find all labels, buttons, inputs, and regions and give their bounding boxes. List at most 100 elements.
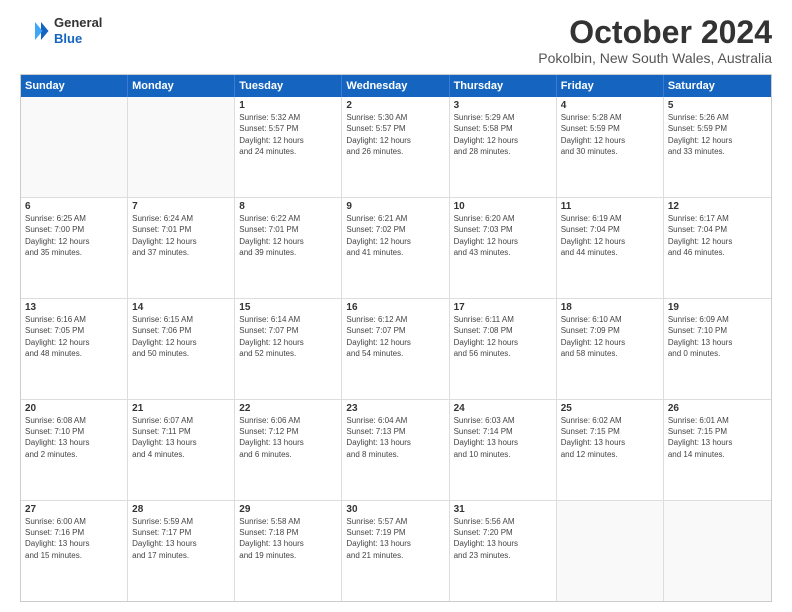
- day-number: 25: [561, 403, 659, 414]
- cell-info: Sunrise: 6:01 AM Sunset: 7:15 PM Dayligh…: [668, 415, 767, 460]
- cell-info: Sunrise: 5:56 AM Sunset: 7:20 PM Dayligh…: [454, 516, 552, 561]
- cell-info: Sunrise: 6:12 AM Sunset: 7:07 PM Dayligh…: [346, 314, 444, 359]
- cell-info: Sunrise: 5:30 AM Sunset: 5:57 PM Dayligh…: [346, 112, 444, 157]
- calendar-cell: 27Sunrise: 6:00 AM Sunset: 7:16 PM Dayli…: [21, 501, 128, 601]
- cell-info: Sunrise: 5:26 AM Sunset: 5:59 PM Dayligh…: [668, 112, 767, 157]
- cell-info: Sunrise: 6:21 AM Sunset: 7:02 PM Dayligh…: [346, 213, 444, 258]
- cell-info: Sunrise: 5:57 AM Sunset: 7:19 PM Dayligh…: [346, 516, 444, 561]
- calendar-cell: 1Sunrise: 5:32 AM Sunset: 5:57 PM Daylig…: [235, 97, 342, 197]
- calendar-cell: [21, 97, 128, 197]
- cell-info: Sunrise: 5:58 AM Sunset: 7:18 PM Dayligh…: [239, 516, 337, 561]
- cell-info: Sunrise: 6:03 AM Sunset: 7:14 PM Dayligh…: [454, 415, 552, 460]
- calendar-cell: 31Sunrise: 5:56 AM Sunset: 7:20 PM Dayli…: [450, 501, 557, 601]
- day-number: 23: [346, 403, 444, 414]
- cell-info: Sunrise: 5:29 AM Sunset: 5:58 PM Dayligh…: [454, 112, 552, 157]
- day-number: 19: [668, 302, 767, 313]
- cell-info: Sunrise: 6:08 AM Sunset: 7:10 PM Dayligh…: [25, 415, 123, 460]
- calendar-cell: 22Sunrise: 6:06 AM Sunset: 7:12 PM Dayli…: [235, 400, 342, 500]
- calendar-cell: 16Sunrise: 6:12 AM Sunset: 7:07 PM Dayli…: [342, 299, 449, 399]
- calendar-cell: 23Sunrise: 6:04 AM Sunset: 7:13 PM Dayli…: [342, 400, 449, 500]
- cell-info: Sunrise: 5:32 AM Sunset: 5:57 PM Dayligh…: [239, 112, 337, 157]
- header-day-wednesday: Wednesday: [342, 75, 449, 97]
- logo-general: General: [54, 15, 102, 31]
- calendar: SundayMondayTuesdayWednesdayThursdayFrid…: [20, 74, 772, 602]
- day-number: 13: [25, 302, 123, 313]
- cell-info: Sunrise: 6:07 AM Sunset: 7:11 PM Dayligh…: [132, 415, 230, 460]
- day-number: 2: [346, 100, 444, 111]
- header-day-saturday: Saturday: [664, 75, 771, 97]
- day-number: 27: [25, 504, 123, 515]
- day-number: 24: [454, 403, 552, 414]
- calendar-cell: 8Sunrise: 6:22 AM Sunset: 7:01 PM Daylig…: [235, 198, 342, 298]
- calendar-cell: 24Sunrise: 6:03 AM Sunset: 7:14 PM Dayli…: [450, 400, 557, 500]
- cell-info: Sunrise: 6:20 AM Sunset: 7:03 PM Dayligh…: [454, 213, 552, 258]
- cell-info: Sunrise: 6:25 AM Sunset: 7:00 PM Dayligh…: [25, 213, 123, 258]
- cell-info: Sunrise: 5:59 AM Sunset: 7:17 PM Dayligh…: [132, 516, 230, 561]
- calendar-cell: 12Sunrise: 6:17 AM Sunset: 7:04 PM Dayli…: [664, 198, 771, 298]
- calendar-cell: 28Sunrise: 5:59 AM Sunset: 7:17 PM Dayli…: [128, 501, 235, 601]
- cell-info: Sunrise: 6:02 AM Sunset: 7:15 PM Dayligh…: [561, 415, 659, 460]
- day-number: 20: [25, 403, 123, 414]
- calendar-cell: 18Sunrise: 6:10 AM Sunset: 7:09 PM Dayli…: [557, 299, 664, 399]
- day-number: 21: [132, 403, 230, 414]
- calendar-cell: 6Sunrise: 6:25 AM Sunset: 7:00 PM Daylig…: [21, 198, 128, 298]
- calendar-cell: 9Sunrise: 6:21 AM Sunset: 7:02 PM Daylig…: [342, 198, 449, 298]
- calendar-week-5: 27Sunrise: 6:00 AM Sunset: 7:16 PM Dayli…: [21, 501, 771, 601]
- calendar-cell: 15Sunrise: 6:14 AM Sunset: 7:07 PM Dayli…: [235, 299, 342, 399]
- day-number: 12: [668, 201, 767, 212]
- cell-info: Sunrise: 6:14 AM Sunset: 7:07 PM Dayligh…: [239, 314, 337, 359]
- logo-text: General Blue: [54, 15, 102, 46]
- calendar-cell: 2Sunrise: 5:30 AM Sunset: 5:57 PM Daylig…: [342, 97, 449, 197]
- calendar-cell: 26Sunrise: 6:01 AM Sunset: 7:15 PM Dayli…: [664, 400, 771, 500]
- location: Pokolbin, New South Wales, Australia: [538, 50, 772, 66]
- header-day-tuesday: Tuesday: [235, 75, 342, 97]
- header: General Blue October 2024 Pokolbin, New …: [20, 15, 772, 66]
- cell-info: Sunrise: 6:24 AM Sunset: 7:01 PM Dayligh…: [132, 213, 230, 258]
- calendar-cell: 20Sunrise: 6:08 AM Sunset: 7:10 PM Dayli…: [21, 400, 128, 500]
- day-number: 16: [346, 302, 444, 313]
- header-day-sunday: Sunday: [21, 75, 128, 97]
- cell-info: Sunrise: 6:17 AM Sunset: 7:04 PM Dayligh…: [668, 213, 767, 258]
- cell-info: Sunrise: 6:06 AM Sunset: 7:12 PM Dayligh…: [239, 415, 337, 460]
- calendar-week-3: 13Sunrise: 6:16 AM Sunset: 7:05 PM Dayli…: [21, 299, 771, 400]
- month-title: October 2024: [538, 15, 772, 50]
- cell-info: Sunrise: 6:19 AM Sunset: 7:04 PM Dayligh…: [561, 213, 659, 258]
- calendar-cell: 11Sunrise: 6:19 AM Sunset: 7:04 PM Dayli…: [557, 198, 664, 298]
- day-number: 18: [561, 302, 659, 313]
- calendar-cell: 17Sunrise: 6:11 AM Sunset: 7:08 PM Dayli…: [450, 299, 557, 399]
- calendar-cell: [557, 501, 664, 601]
- calendar-cell: 25Sunrise: 6:02 AM Sunset: 7:15 PM Dayli…: [557, 400, 664, 500]
- calendar-week-2: 6Sunrise: 6:25 AM Sunset: 7:00 PM Daylig…: [21, 198, 771, 299]
- cell-info: Sunrise: 5:28 AM Sunset: 5:59 PM Dayligh…: [561, 112, 659, 157]
- logo: General Blue: [20, 15, 102, 46]
- cell-info: Sunrise: 6:00 AM Sunset: 7:16 PM Dayligh…: [25, 516, 123, 561]
- calendar-cell: 19Sunrise: 6:09 AM Sunset: 7:10 PM Dayli…: [664, 299, 771, 399]
- logo-icon: [20, 16, 50, 46]
- day-number: 6: [25, 201, 123, 212]
- calendar-cell: 14Sunrise: 6:15 AM Sunset: 7:06 PM Dayli…: [128, 299, 235, 399]
- day-number: 22: [239, 403, 337, 414]
- day-number: 31: [454, 504, 552, 515]
- calendar-cell: [664, 501, 771, 601]
- day-number: 26: [668, 403, 767, 414]
- day-number: 28: [132, 504, 230, 515]
- calendar-body: 1Sunrise: 5:32 AM Sunset: 5:57 PM Daylig…: [21, 97, 771, 601]
- calendar-cell: 7Sunrise: 6:24 AM Sunset: 7:01 PM Daylig…: [128, 198, 235, 298]
- calendar-cell: 21Sunrise: 6:07 AM Sunset: 7:11 PM Dayli…: [128, 400, 235, 500]
- day-number: 29: [239, 504, 337, 515]
- day-number: 1: [239, 100, 337, 111]
- calendar-cell: [128, 97, 235, 197]
- day-number: 5: [668, 100, 767, 111]
- title-block: October 2024 Pokolbin, New South Wales, …: [538, 15, 772, 66]
- cell-info: Sunrise: 6:09 AM Sunset: 7:10 PM Dayligh…: [668, 314, 767, 359]
- calendar-week-1: 1Sunrise: 5:32 AM Sunset: 5:57 PM Daylig…: [21, 97, 771, 198]
- day-number: 15: [239, 302, 337, 313]
- day-number: 3: [454, 100, 552, 111]
- day-number: 14: [132, 302, 230, 313]
- cell-info: Sunrise: 6:11 AM Sunset: 7:08 PM Dayligh…: [454, 314, 552, 359]
- day-number: 4: [561, 100, 659, 111]
- page: General Blue October 2024 Pokolbin, New …: [0, 0, 792, 612]
- day-number: 8: [239, 201, 337, 212]
- cell-info: Sunrise: 6:16 AM Sunset: 7:05 PM Dayligh…: [25, 314, 123, 359]
- cell-info: Sunrise: 6:10 AM Sunset: 7:09 PM Dayligh…: [561, 314, 659, 359]
